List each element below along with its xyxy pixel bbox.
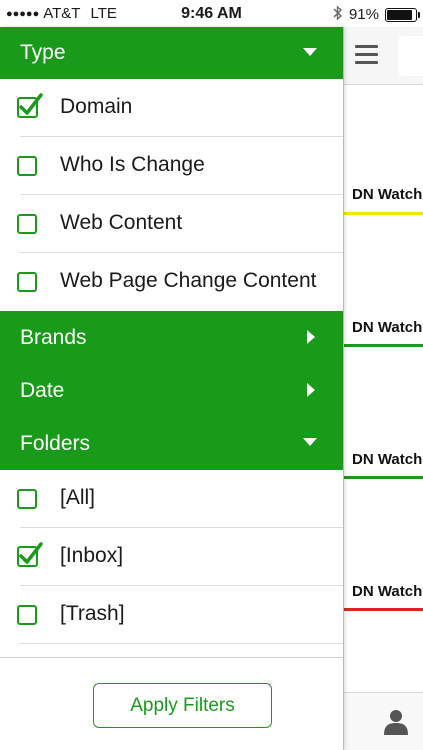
- filter-label: Domain: [60, 95, 133, 118]
- checkbox-checked-icon[interactable]: [17, 541, 43, 567]
- filter-row-domain[interactable]: Domain: [0, 79, 343, 137]
- bluetooth-icon: [333, 5, 343, 24]
- chevron-right-icon: [307, 383, 315, 397]
- card-title[interactable]: DN Watch: [352, 186, 422, 203]
- background-search-field[interactable]: [398, 36, 423, 76]
- background-app-panel: DN Watch DN Watch DN Watch DN Watch: [343, 27, 423, 750]
- checkbox-unchecked-icon[interactable]: [17, 156, 37, 176]
- folder-label: [Trash]: [60, 602, 125, 625]
- background-bottom-bar: [344, 692, 423, 750]
- battery-fill: [387, 9, 413, 20]
- section-label: Type: [20, 41, 66, 64]
- folder-label: [All]: [60, 486, 96, 509]
- chevron-right-icon: [307, 330, 315, 344]
- apply-filters-button[interactable]: Apply Filters: [93, 683, 272, 728]
- section-header-folders[interactable]: Folders: [0, 417, 343, 470]
- filter-label: Who Is Change: [60, 153, 205, 176]
- status-bar: ●●●●● AT&T LTE 9:46 AM 91%: [0, 0, 423, 27]
- section-label: Date: [20, 378, 65, 402]
- card-title[interactable]: DN Watch: [352, 451, 422, 468]
- divider: [20, 643, 343, 644]
- chevron-down-icon: [303, 48, 317, 56]
- status-right: 91%: [333, 5, 420, 24]
- folder-label: [Inbox]: [60, 544, 124, 567]
- battery-percent: 91%: [348, 6, 379, 23]
- card-status-line: [344, 608, 423, 611]
- card-status-line: [344, 212, 423, 215]
- checkbox-unchecked-icon[interactable]: [17, 605, 37, 625]
- folder-row-inbox[interactable]: [Inbox]: [0, 528, 343, 586]
- section-label: Folders: [20, 431, 91, 455]
- folder-row-trash[interactable]: [Trash]: [0, 586, 343, 644]
- card-status-line: [344, 344, 423, 347]
- card-status-line: [344, 476, 423, 479]
- chevron-down-icon: [303, 438, 317, 446]
- person-icon[interactable]: [384, 709, 408, 735]
- filter-row-web-page-change-content[interactable]: Web Page Change Content: [0, 253, 343, 311]
- section-header-brands[interactable]: Brands: [0, 311, 343, 364]
- filter-label: Web Page Change Content: [60, 269, 317, 292]
- folder-row-all[interactable]: [All]: [0, 470, 343, 528]
- filter-row-web-content[interactable]: Web Content: [0, 195, 343, 253]
- drawer-footer: Apply Filters: [0, 657, 343, 750]
- checkbox-unchecked-icon[interactable]: [17, 214, 37, 234]
- hamburger-menu-icon[interactable]: [355, 45, 378, 65]
- section-label: Brands: [20, 325, 87, 349]
- checkbox-checked-icon[interactable]: [17, 92, 43, 118]
- battery-icon: [385, 7, 420, 22]
- checkbox-unchecked-icon[interactable]: [17, 272, 37, 292]
- filter-drawer: Type Domain Who Is Change Web Content We…: [0, 27, 343, 750]
- filter-label: Web Content: [60, 211, 183, 234]
- card-title[interactable]: DN Watch: [352, 319, 422, 336]
- card-title[interactable]: DN Watch: [352, 583, 422, 600]
- section-header-date[interactable]: Date: [0, 364, 343, 417]
- section-header-type[interactable]: Type: [0, 27, 343, 79]
- background-top-bar: [344, 27, 423, 85]
- filter-row-who-is-change[interactable]: Who Is Change: [0, 137, 343, 195]
- checkbox-unchecked-icon[interactable]: [17, 489, 37, 509]
